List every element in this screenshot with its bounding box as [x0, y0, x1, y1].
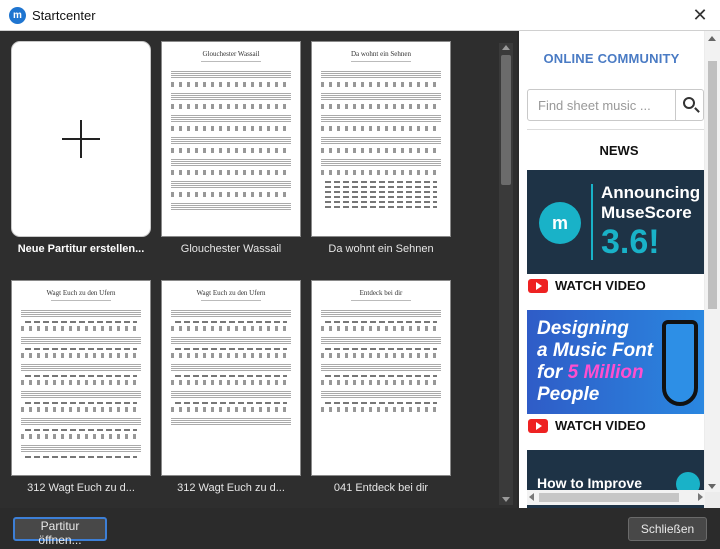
score-thumbnail[interactable]: Da wohnt ein Sehnen	[311, 41, 451, 237]
scrollbar-thumb[interactable]	[539, 493, 679, 502]
score-thumbnail[interactable]: Wagt Euch zu den Ufern	[11, 280, 151, 476]
panel-vertical-scrollbar[interactable]	[705, 31, 720, 492]
watch-video-link[interactable]: WATCH VIDEO	[527, 276, 704, 298]
sheet-title: Wagt Euch zu den Ufern	[46, 289, 116, 297]
score-tile[interactable]: Wagt Euch zu den Ufern 312 Wagt Euch zu …	[11, 280, 151, 494]
close-button[interactable]: Schließen	[628, 517, 707, 541]
scrollbar-thumb[interactable]	[708, 61, 717, 309]
scroll-left-icon[interactable]	[529, 493, 534, 501]
open-score-button[interactable]: Partitur öffnen...	[13, 517, 107, 547]
window-title: Startcenter	[32, 8, 96, 23]
youtube-icon	[528, 279, 548, 293]
score-tile[interactable]: Da wohnt ein Sehnen Da wohnt ein Sehnen	[311, 41, 451, 255]
search-button[interactable]	[675, 90, 703, 120]
close-icon[interactable]: ✕	[690, 5, 710, 25]
sheet-title: Da wohnt ein Sehnen	[350, 50, 412, 58]
score-tile-label: Neue Partitur erstellen...	[17, 243, 145, 255]
score-tile-label: 312 Wagt Euch zu d...	[177, 482, 285, 494]
youtube-icon	[528, 419, 548, 433]
community-panel: ONLINE COMMUNITY NEWS m Announcing MuseS…	[519, 31, 720, 508]
score-thumbnail[interactable]: Wagt Euch zu den Ufern	[161, 280, 301, 476]
bottom-bar: Partitur öffnen... Schließen	[0, 508, 720, 549]
score-tile[interactable]: Wagt Euch zu den Ufern 312 Wagt Euch zu …	[161, 280, 301, 494]
score-tile-label: Glouchester Wassail	[180, 243, 282, 255]
scroll-right-icon[interactable]	[698, 493, 703, 501]
plus-icon	[62, 120, 100, 158]
title-bar: m Startcenter ✕	[0, 0, 720, 31]
community-heading[interactable]: ONLINE COMMUNITY	[519, 51, 704, 66]
scroll-up-icon[interactable]	[502, 45, 510, 50]
score-tile[interactable]: Glouchester Wassail Glouchester Wassail	[161, 41, 301, 255]
search-box	[527, 89, 704, 121]
score-tile-label: 041 Entdeck bei dir	[333, 482, 429, 494]
search-icon	[683, 97, 695, 109]
score-tile-label: 312 Wagt Euch zu d...	[27, 482, 135, 494]
scroll-down-icon[interactable]	[502, 497, 510, 502]
score-tile[interactable]: Entdeck bei dir 041 Entdeck bei dir	[311, 280, 451, 494]
score-grid-scrollbar[interactable]	[499, 43, 513, 505]
score-grid: Neue Partitur erstellen... Glouchester W…	[0, 31, 517, 508]
panel-horizontal-scrollbar[interactable]	[527, 490, 705, 505]
sheet-title: Glouchester Wassail	[202, 50, 260, 58]
scroll-down-icon[interactable]	[708, 484, 716, 489]
score-thumbnail[interactable]: Entdeck bei dir	[311, 280, 451, 476]
scrollbar-thumb[interactable]	[501, 55, 511, 185]
news-heading: NEWS	[599, 143, 639, 158]
divider	[527, 129, 704, 130]
scroll-up-icon[interactable]	[708, 36, 716, 41]
sheet-title: Entdeck bei dir	[359, 289, 403, 297]
news-banner-music-font[interactable]: Designing a Music Font for 5 Million Peo…	[527, 310, 704, 414]
news-banner-musescore-36[interactable]: m Announcing MuseScore 3.6!	[527, 170, 704, 274]
sheet-title: Wagt Euch zu den Ufern	[196, 289, 266, 297]
music-note-icon	[662, 320, 698, 406]
score-tile-new[interactable]: Neue Partitur erstellen...	[11, 41, 151, 255]
musescore-logo-icon: m	[539, 202, 581, 244]
new-score-thumbnail[interactable]	[11, 41, 151, 237]
watch-video-link[interactable]: WATCH VIDEO	[527, 416, 704, 438]
musescore-logo-icon: m	[9, 7, 26, 24]
score-thumbnail[interactable]: Glouchester Wassail	[161, 41, 301, 237]
score-tile-label: Da wohnt ein Sehnen	[328, 243, 434, 255]
search-input[interactable]	[528, 90, 678, 120]
